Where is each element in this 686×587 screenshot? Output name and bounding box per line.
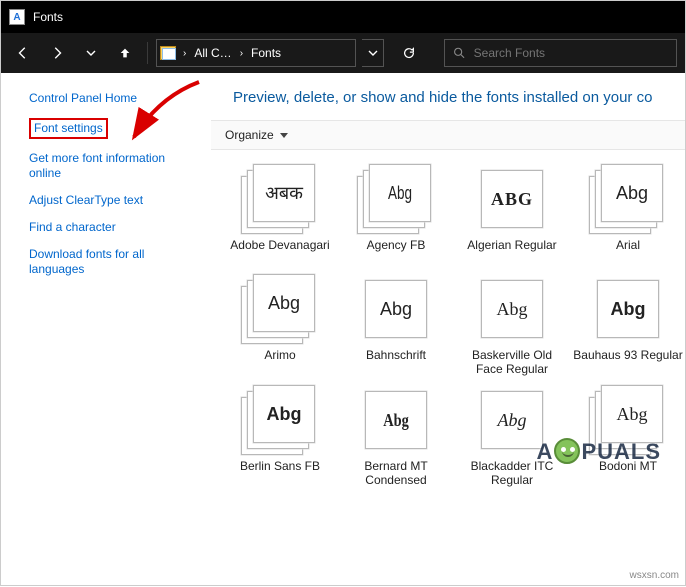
font-label: Adobe Devanagari [230, 238, 329, 266]
font-thumb: Abg [589, 164, 667, 234]
address-bar[interactable]: › All C… › Fonts [156, 39, 356, 67]
font-label: Bahnschrift [366, 348, 426, 376]
separator [147, 42, 148, 64]
font-label: Bauhaus 93 Regular [573, 348, 682, 376]
font-sample: Abg [497, 300, 528, 318]
font-grid: अबक Adobe Devanagari Abg Agency FB ABG Algeri… [211, 150, 685, 498]
font-item[interactable]: Abg Bahnschrift [341, 274, 451, 377]
back-button[interactable] [9, 39, 37, 67]
font-thumb: Abg [357, 164, 435, 234]
up-button[interactable] [111, 39, 139, 67]
link-more-font-info[interactable]: Get more font information online [29, 151, 199, 181]
link-font-settings[interactable]: Font settings [29, 118, 108, 139]
font-item[interactable]: Abg Bodoni MT [573, 385, 683, 488]
font-item[interactable]: Abg Bernard MT Condensed [341, 385, 451, 488]
forward-button[interactable] [43, 39, 71, 67]
folder-icon [159, 44, 177, 62]
font-item[interactable]: Abg Agency FB [341, 164, 451, 266]
font-item[interactable]: ABG Algerian Regular [457, 164, 567, 266]
font-thumb: Abg [357, 274, 435, 344]
font-thumb: Abg [473, 385, 551, 455]
recent-dropdown[interactable] [77, 39, 105, 67]
font-thumb: Abg [589, 274, 667, 344]
fonts-app-icon: A [9, 9, 25, 25]
link-adjust-cleartype[interactable]: Adjust ClearType text [29, 193, 199, 208]
font-label: Bodoni MT [599, 459, 657, 487]
main-panel: Preview, delete, or show and hide the fo… [211, 73, 685, 587]
font-sample: Abg [498, 411, 527, 429]
refresh-button[interactable] [394, 39, 424, 67]
link-download-fonts[interactable]: Download fonts for all languages [29, 247, 199, 277]
chevron-down-icon [280, 133, 288, 138]
font-item[interactable]: Abg Arial [573, 164, 683, 266]
font-sample: Abg [388, 184, 412, 202]
chevron-right-icon[interactable]: › [238, 48, 245, 59]
font-item[interactable]: Abg Blackadder ITC Regular [457, 385, 567, 488]
font-item[interactable]: Abg Berlin Sans FB [225, 385, 335, 488]
chevron-right-icon[interactable]: › [181, 48, 188, 59]
breadcrumb-fonts[interactable]: Fonts [245, 46, 287, 60]
font-label: Arial [616, 238, 640, 266]
font-sample: Abg [611, 300, 646, 318]
navigation-bar: › All C… › Fonts [1, 33, 685, 73]
font-sample: अबक [265, 184, 303, 202]
search-icon [453, 46, 466, 60]
font-item[interactable]: Abg Arimo [225, 274, 335, 377]
search-box[interactable] [444, 39, 677, 67]
font-label: Arimo [264, 348, 295, 376]
page-title: Preview, delete, or show and hide the fo… [211, 83, 685, 120]
font-thumb: Abg [241, 385, 319, 455]
link-find-character[interactable]: Find a character [29, 220, 199, 235]
font-item[interactable]: अबक Adobe Devanagari [225, 164, 335, 266]
font-sample: Abg [267, 405, 302, 423]
window-titlebar: A Fonts [1, 1, 685, 33]
font-label: Bernard MT Condensed [341, 459, 451, 488]
font-item[interactable]: Abg Bauhaus 93 Regular [573, 274, 683, 377]
font-sample: Abg [268, 294, 300, 312]
font-label: Agency FB [367, 238, 426, 266]
breadcrumb-allcontrol[interactable]: All C… [188, 46, 237, 60]
font-sample: Abg [616, 184, 648, 202]
font-item[interactable]: Abg Baskerville Old Face Regular [457, 274, 567, 377]
font-sample: Abg [617, 405, 648, 423]
font-thumb: Abg [357, 385, 435, 455]
organize-menu[interactable]: Organize [225, 128, 288, 142]
font-thumb: Abg [589, 385, 667, 455]
organize-label: Organize [225, 128, 274, 142]
font-thumb: ABG [473, 164, 551, 234]
sidebar: Control Panel Home Font settings Get mor… [1, 73, 211, 587]
font-sample: Abg [380, 300, 412, 318]
font-thumb: Abg [241, 274, 319, 344]
link-control-panel-home[interactable]: Control Panel Home [29, 91, 199, 106]
font-label: Berlin Sans FB [240, 459, 320, 487]
window-title: Fonts [33, 10, 63, 24]
font-thumb: अबक [241, 164, 319, 234]
address-history-dropdown[interactable] [362, 39, 384, 67]
font-label: Baskerville Old Face Regular [457, 348, 567, 377]
font-sample: ABG [491, 190, 533, 208]
font-label: Blackadder ITC Regular [457, 459, 567, 488]
font-thumb: Abg [473, 274, 551, 344]
toolbar: Organize [211, 120, 685, 150]
search-input[interactable] [474, 46, 668, 60]
font-label: Algerian Regular [467, 238, 556, 266]
font-sample: Abg [383, 411, 409, 429]
